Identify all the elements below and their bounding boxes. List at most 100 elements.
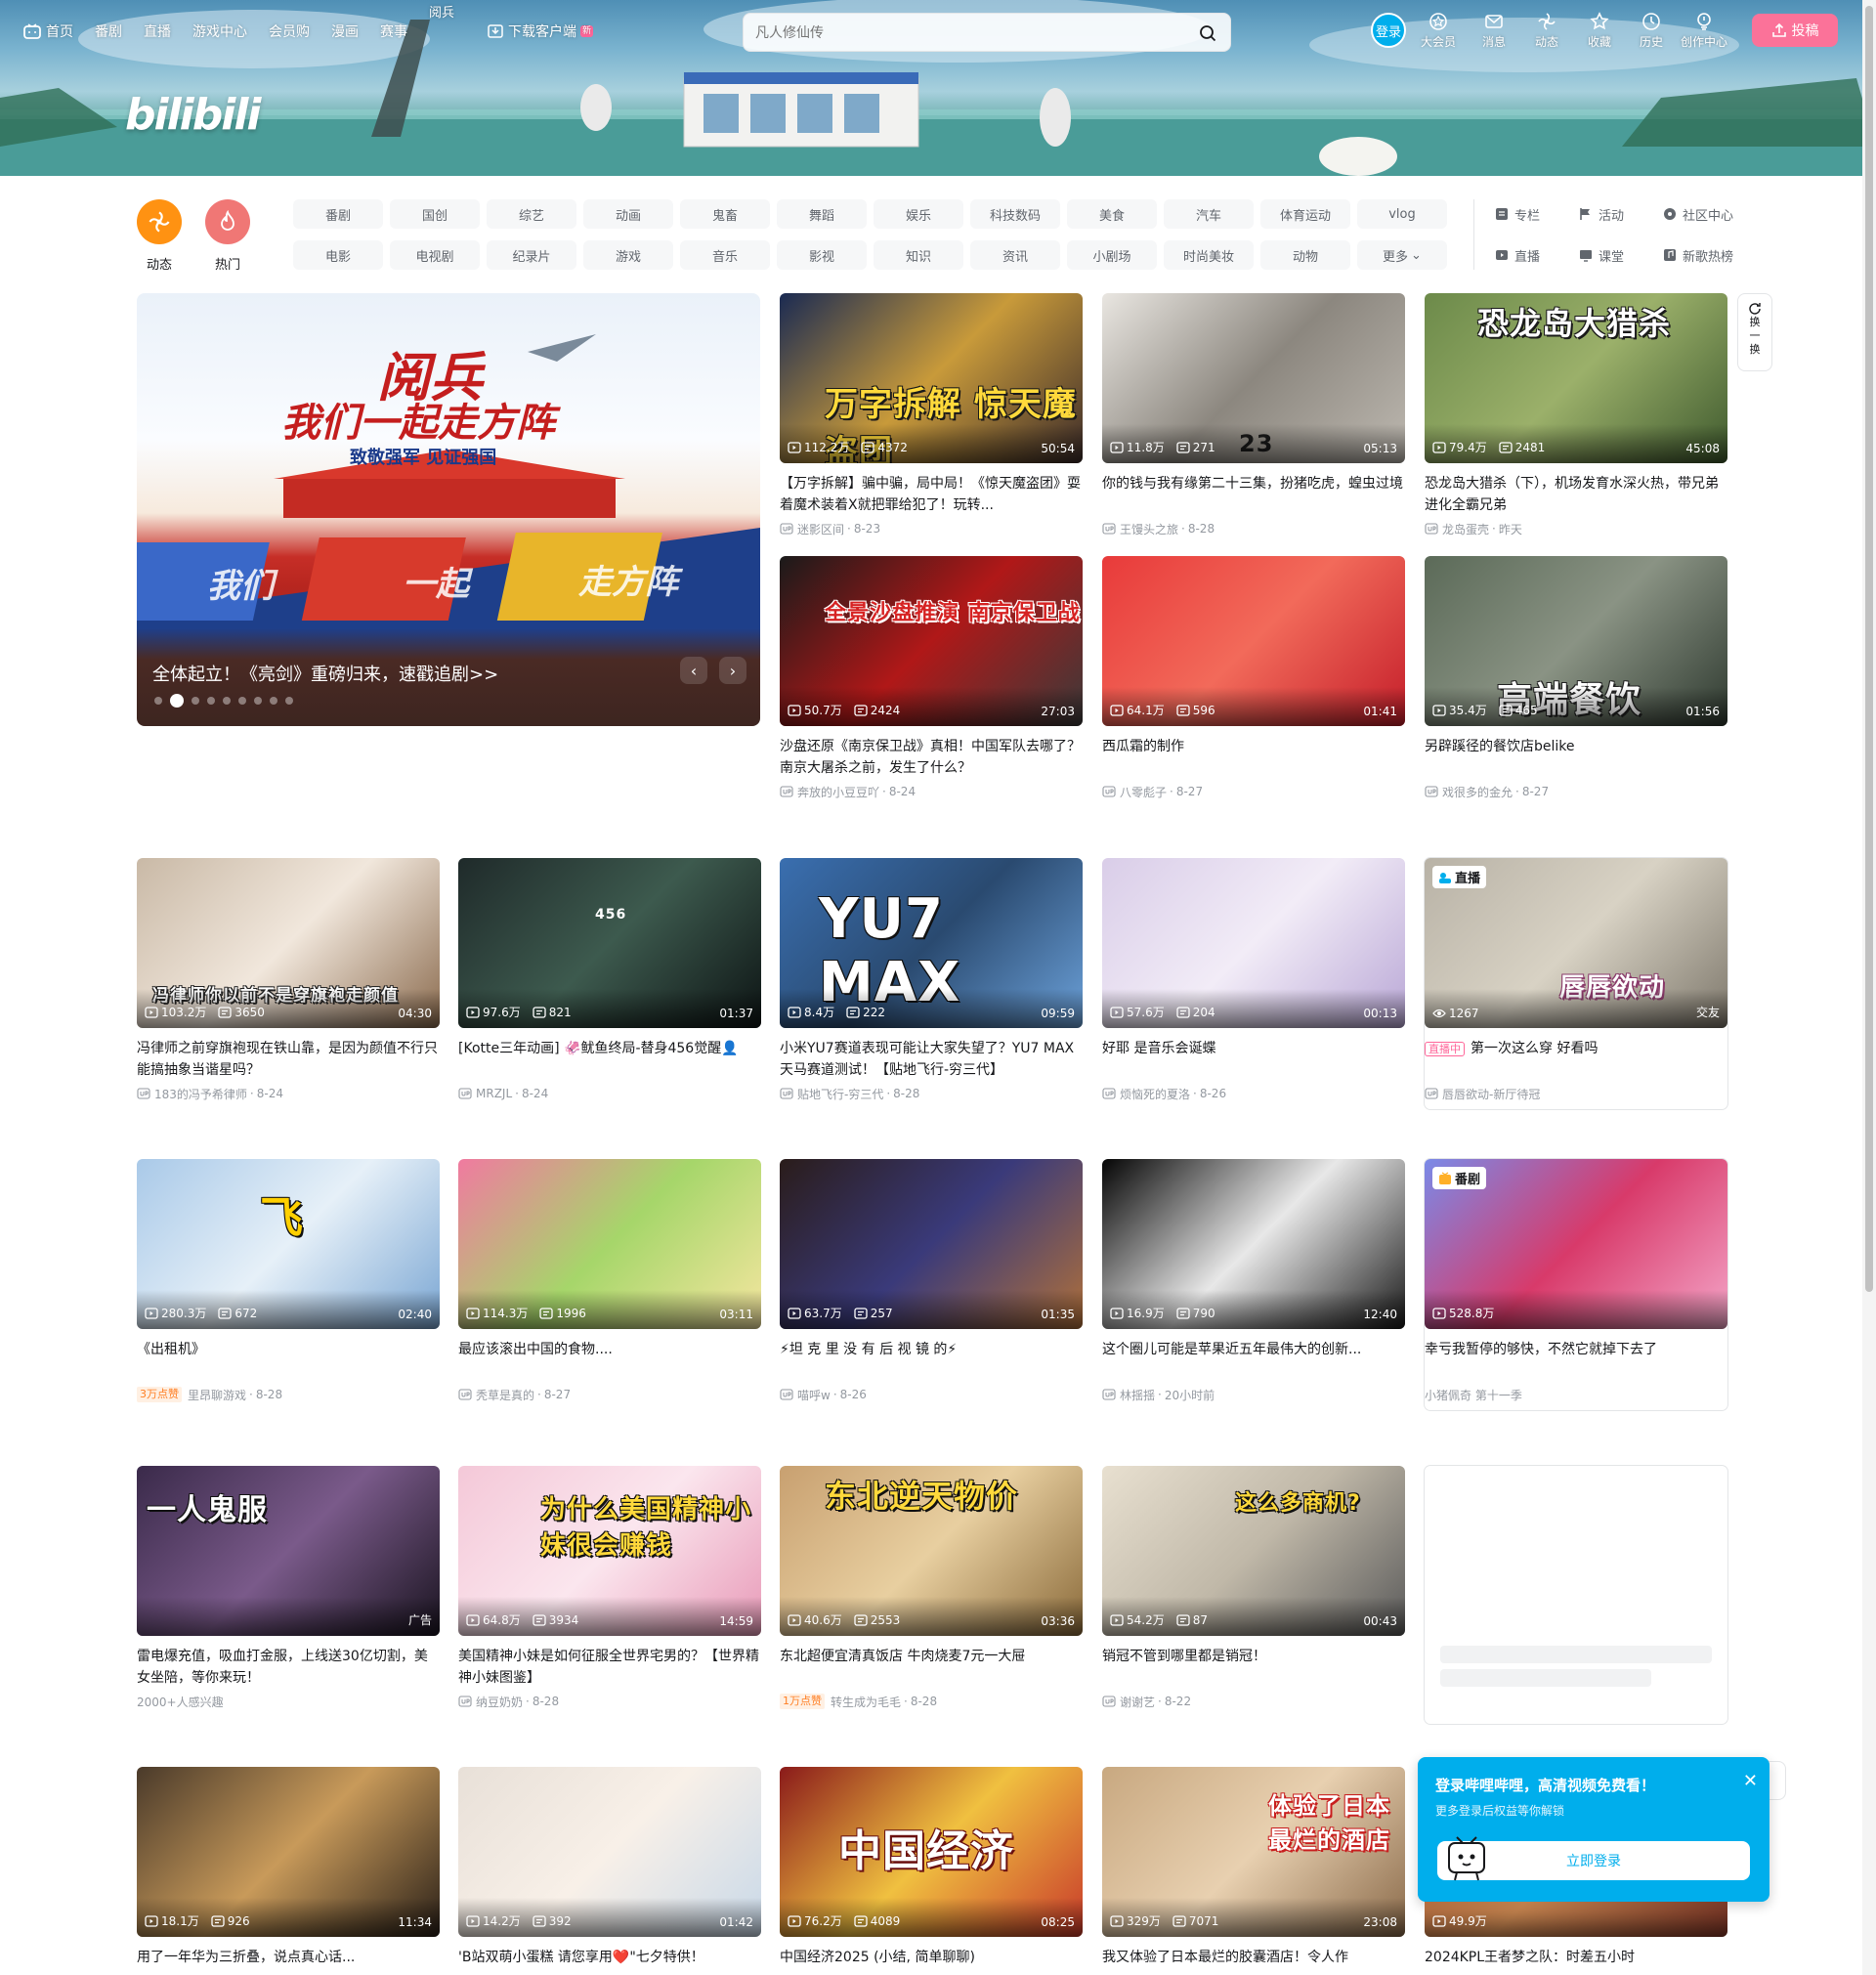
video-card[interactable]: 14.2万 392 01:42 'B站双萌小蛋糕 请您享用❤️"七夕特供！ [458,1767,761,1975]
video-title[interactable]: 直播中 第一次这么穿 好看吗 [1425,1038,1727,1081]
video-meta[interactable]: 八零彪子 · 8-27 [1102,784,1405,799]
carousel-dot[interactable] [207,697,215,705]
video-thumbnail[interactable]: 飞 280.3万 672 02:40 [137,1159,440,1329]
video-card[interactable]: 16.9万 790 12:40 这个圈儿可能是苹果近五年最伟大的创新... 林揺揺 · … [1102,1159,1405,1402]
video-card[interactable]: 63.7万 257 01:35 ⚡坦 克 里 没 有 后 视 镜 的⚡ 喵呼w · 8-… [780,1159,1083,1402]
channel-dynamic[interactable]: 动态 [137,199,182,273]
channel-chip[interactable]: 时尚美妆 [1164,240,1254,270]
login-avatar-button[interactable]: 登录 [1371,13,1406,48]
channel-chip[interactable]: 知识 [874,240,963,270]
channel-chip[interactable]: 科技数码 [970,199,1060,229]
hero-carousel[interactable]: 阅兵 我们一起走方阵 致敬强军 见证强国 我们 一起 走方阵 全体起立！《亮剑》… [137,293,760,726]
video-title[interactable]: 幸亏我暂停的够快，不然它就掉下去了 [1425,1339,1727,1382]
video-card[interactable]: 东北逆天物价 40.6万 2553 03:36 东北超便宜清真饭店 牛肉烧麦7元一大屉 1… [780,1466,1083,1709]
video-title[interactable]: 另辟蹊径的餐饮店belike [1425,736,1727,779]
scrollbar-thumb[interactable] [1865,6,1873,1292]
channel-chip[interactable]: 电视剧 [390,240,480,270]
video-title[interactable]: 沙盘还原《南京保卫战》真相！中国军队去哪了？南京大屠杀之前，发生了什么？ [780,736,1083,779]
video-title[interactable]: 美国精神小妹是如何征服全世界宅男的？【世界精神小妹图鉴】 [458,1646,761,1689]
video-meta[interactable]: 3万点赞 里昂聊游戏 · 8-28 [137,1387,440,1402]
video-title[interactable]: 西瓜霜的制作 [1102,736,1405,779]
video-thumbnail[interactable]: 万字拆解 惊天魔盗团112.2万437250:54 [780,293,1083,463]
channel-chip[interactable]: 资讯 [970,240,1060,270]
close-icon[interactable]: ✕ [1743,1771,1758,1791]
video-title[interactable]: [Kotte三年动画] 🦑鱿鱼终局-替身456觉醒👤 [458,1038,761,1081]
video-meta[interactable]: 喵呼w · 8-26 [780,1387,1083,1402]
link-course[interactable]: 课堂 [1579,240,1663,270]
video-thumbnail[interactable]: 14.2万 392 01:42 [458,1767,761,1937]
video-thumbnail[interactable]: 唇唇欲动 直播 1267 交友 [1425,858,1727,1028]
channel-chip[interactable]: 动物 [1260,240,1350,270]
channel-chip[interactable]: 纪录片 [487,240,576,270]
video-thumbnail[interactable]: 为什么美国精神小妹很会赚钱 64.8万 3934 14:59 [458,1466,761,1636]
carousel-prev-button[interactable]: ‹ [680,657,707,684]
video-title[interactable]: 恐龙岛大猎杀（下），机场发育水深火热，带兄弟进化全霸兄弟 [1425,473,1727,516]
video-title[interactable]: 小米YU7赛道表现可能让大家失望了？YU7 MAX天马赛道测试！【贴地飞行-穷三… [780,1038,1083,1081]
channel-chip[interactable]: 国创 [390,199,480,229]
video-thumbnail[interactable]: 2311.8万27105:13 [1102,293,1405,463]
video-thumbnail[interactable]: 高端餐饮35.4万46501:56 [1425,556,1727,726]
video-meta[interactable]: 迷影区间 · 8-23 [780,521,1083,537]
video-title[interactable]: 冯律师之前穿旗袍现在铁山靠，是因为颜值不行只能搞抽象当谐星吗？ [137,1038,440,1081]
video-card[interactable]: 高端餐饮35.4万46501:56 另辟蹊径的餐饮店belike 戏很多的金允 · … [1425,556,1727,799]
channel-chip[interactable]: 更多 ⌄ [1357,240,1447,270]
video-card[interactable]: 冯律师你以前不是穿旗袍走颜值103.2万365004:30冯律师之前穿旗袍现在铁… [137,858,440,1101]
channel-chip[interactable]: 电影 [293,240,383,270]
carousel-dot[interactable] [154,697,162,705]
video-thumbnail[interactable]: 57.6万 204 00:13 [1102,858,1405,1028]
channel-chip[interactable]: 音乐 [680,240,770,270]
video-meta[interactable]: 贴地飞行-穷三代 · 8-28 [780,1086,1083,1101]
video-thumbnail[interactable]: 一人鬼服 广告 [137,1466,440,1636]
link-column[interactable]: 专栏 [1495,199,1579,229]
video-meta[interactable]: 秃草是真的 · 8-27 [458,1387,761,1402]
carousel-dot[interactable] [238,697,246,705]
video-thumbnail[interactable]: 这么多商机? 54.2万 87 00:43 [1102,1466,1405,1636]
channel-chip[interactable]: 影视 [777,240,867,270]
video-thumbnail[interactable]: 456 97.6万 821 01:37 [458,858,761,1028]
video-title[interactable]: 你的钱与我有缘第二十三集，扮猪吃虎，蝗虫过境 [1102,473,1405,516]
nav-history[interactable]: 历史 [1640,12,1663,50]
nav-home[interactable]: 首页 [23,21,73,41]
video-meta[interactable]: 戏很多的金允 · 8-27 [1425,784,1727,799]
carousel-next-button[interactable]: › [719,657,746,684]
channel-hot[interactable]: 热门 [205,199,250,273]
video-card[interactable]: 飞 280.3万 672 02:40 《出租机》 3万点赞 里昂聊游戏 · 8-28 [137,1159,440,1402]
video-thumbnail[interactable]: 63.7万 257 01:35 [780,1159,1083,1329]
video-title[interactable]: 最应该滚出中国的食物.... [458,1339,761,1382]
nav-dynamic[interactable]: 动态 [1535,12,1558,50]
search-button[interactable] [1193,20,1222,47]
video-card[interactable]: 2311.8万27105:13你的钱与我有缘第二十三集，扮猪吃虎，蝗虫过境王馒头… [1102,293,1405,537]
video-title[interactable]: 雷电爆充值，吸血打金服，上线送30亿切割，美女坐陪，等你来玩！ [137,1646,440,1689]
page-scrollbar[interactable] [1862,0,1876,1975]
carousel-dot[interactable] [270,697,277,705]
video-card[interactable]: 456 97.6万 821 01:37 [Kotte三年动画] 🦑鱿鱼终局-替身456觉… [458,858,761,1101]
link-activity[interactable]: 活动 [1579,199,1663,229]
video-title[interactable]: 我又体验了日本最烂的胶囊酒店！令人作 [1102,1947,1405,1975]
video-card[interactable]: 114.3万 1996 03:11 最应该滚出中国的食物.... 秃草是真的 · 8-2… [458,1159,761,1402]
channel-chip[interactable]: 动画 [583,199,673,229]
video-thumbnail[interactable]: 114.3万 1996 03:11 [458,1159,761,1329]
video-meta[interactable]: 谢谢艺 · 8-22 [1102,1694,1405,1709]
nav-esports[interactable]: 赛事 [380,21,407,41]
video-meta[interactable]: 183的冯予希律师 · 8-24 [137,1086,440,1101]
video-thumbnail[interactable]: 16.9万 790 12:40 [1102,1159,1405,1329]
video-thumbnail[interactable]: 番剧 528.8万 [1425,1159,1727,1329]
video-title[interactable]: 好耶 是音乐会诞蝶 [1102,1038,1405,1081]
refresh-button[interactable]: 换 一 换 [1737,293,1772,371]
video-card[interactable]: 万字拆解 惊天魔盗团112.2万437250:54【万字拆解】骗中骗，局中局！《… [780,293,1083,537]
video-card[interactable]: 18.1万 926 11:34 用了一年华为三折叠，说点真心话... [137,1767,440,1975]
video-title[interactable]: ⚡坦 克 里 没 有 后 视 镜 的⚡ [780,1339,1083,1382]
channel-chip[interactable]: 小剧场 [1067,240,1157,270]
video-card[interactable]: YU7 MAX 8.4万 222 09:59 小米YU7赛道表现可能让大家失望了？YU7… [780,858,1083,1101]
video-thumbnail[interactable]: 64.1万 596 01:41 [1102,556,1405,726]
video-card[interactable]: 体验了日本最烂的酒店 329万 7071 23:08 我又体验了日本最烂的胶囊酒店！令人… [1102,1767,1405,1975]
video-title[interactable]: 'B站双萌小蛋糕 请您享用❤️"七夕特供！ [458,1947,761,1975]
nav-favorite[interactable]: 收藏 [1588,12,1611,50]
video-title[interactable]: 2024KPL王者梦之队：时差五小时 [1425,1947,1727,1975]
video-meta[interactable]: 小猪佩奇 第十一季 [1425,1387,1727,1402]
link-live[interactable]: 直播 [1495,240,1579,270]
video-card[interactable]: 57.6万 204 00:13 好耶 是音乐会诞蝶 烦恼死的夏洛 · 8-26 [1102,858,1405,1101]
video-card[interactable]: 一人鬼服 广告 雷电爆充值，吸血打金服，上线送30亿切割，美女坐陪，等你来玩！ 200… [137,1466,440,1709]
channel-chip[interactable]: 娱乐 [874,199,963,229]
video-title[interactable]: 用了一年华为三折叠，说点真心话... [137,1947,440,1975]
